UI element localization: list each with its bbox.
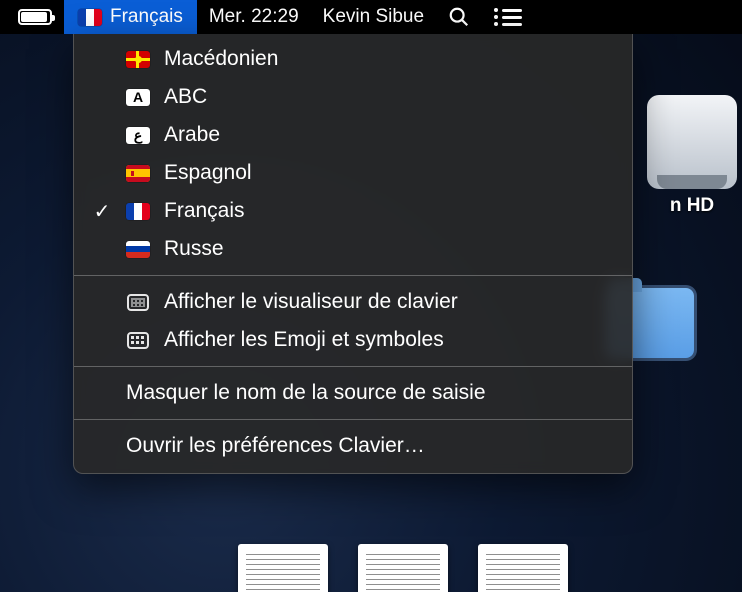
flag-ru-icon	[126, 241, 150, 258]
menubar-input-source[interactable]: Français	[64, 0, 197, 34]
menu-hide-input-source-name[interactable]: Masquer le nom de la source de saisie	[74, 374, 632, 412]
input-source-label: Russe	[164, 237, 610, 261]
emoji-icon	[126, 332, 150, 349]
menu-item-label: Ouvrir les préférences Clavier…	[126, 434, 610, 458]
input-source-item-abc[interactable]: A ABC	[74, 78, 632, 116]
input-source-item-macedonien[interactable]: Macédonien	[74, 40, 632, 78]
menu-separator	[74, 419, 632, 420]
abc-icon: A	[126, 89, 150, 106]
input-source-label: Espagnol	[164, 161, 610, 185]
battery-icon	[18, 9, 52, 25]
search-icon	[448, 6, 470, 28]
input-source-label: ABC	[164, 85, 610, 109]
menu-item-label: Afficher les Emoji et symboles	[164, 328, 610, 352]
menu-separator	[74, 275, 632, 276]
input-source-label: Arabe	[164, 123, 610, 147]
desktop-document-icon[interactable]	[358, 544, 448, 592]
flag-fr-icon	[126, 203, 150, 220]
menu-show-keyboard-viewer[interactable]: Afficher le visualiseur de clavier	[74, 283, 632, 321]
arabic-icon: ع	[126, 127, 150, 144]
input-source-label: Français	[164, 199, 610, 223]
menubar-spotlight[interactable]	[436, 0, 482, 34]
menu-item-label: Masquer le nom de la source de saisie	[126, 381, 610, 405]
menubar-notification-center[interactable]	[482, 0, 534, 34]
input-source-item-espagnol[interactable]: Espagnol	[74, 154, 632, 192]
flag-fr-icon	[78, 9, 102, 26]
input-source-item-francais[interactable]: ✓ Français	[74, 192, 632, 230]
input-source-item-arabe[interactable]: ع Arabe	[74, 116, 632, 154]
desktop-hd-label: n HD	[632, 195, 742, 217]
menu-open-keyboard-prefs[interactable]: Ouvrir les préférences Clavier…	[74, 427, 632, 465]
desktop-document-icon[interactable]	[238, 544, 328, 592]
menubar-username-label: Kevin Sibue	[323, 6, 424, 28]
checkmark-icon: ✓	[92, 199, 112, 224]
menu-separator	[74, 366, 632, 367]
flag-es-icon	[126, 165, 150, 182]
menubar-username[interactable]: Kevin Sibue	[311, 0, 436, 34]
keyboard-icon	[126, 294, 150, 311]
list-icon	[494, 8, 522, 26]
menubar-input-source-label: Français	[110, 6, 183, 28]
menubar-datetime[interactable]: Mer. 22:29	[197, 0, 311, 34]
menu-item-label: Afficher le visualiseur de clavier	[164, 290, 610, 314]
input-source-item-russe[interactable]: Russe	[74, 230, 632, 268]
input-source-label: Macédonien	[164, 47, 610, 71]
flag-mk-icon	[126, 51, 150, 68]
input-source-dropdown: Macédonien A ABC ع Arabe Espagnol ✓ Fran…	[73, 34, 633, 474]
menu-show-emoji-symbols[interactable]: Afficher les Emoji et symboles	[74, 321, 632, 359]
menubar: Français Mer. 22:29 Kevin Sibue	[0, 0, 742, 34]
hard-drive-icon	[647, 95, 737, 189]
desktop-hd-icon[interactable]: n HD	[632, 95, 742, 217]
menubar-battery[interactable]	[0, 0, 64, 34]
desktop-document-icon[interactable]	[478, 544, 568, 592]
menubar-datetime-label: Mer. 22:29	[209, 6, 299, 28]
